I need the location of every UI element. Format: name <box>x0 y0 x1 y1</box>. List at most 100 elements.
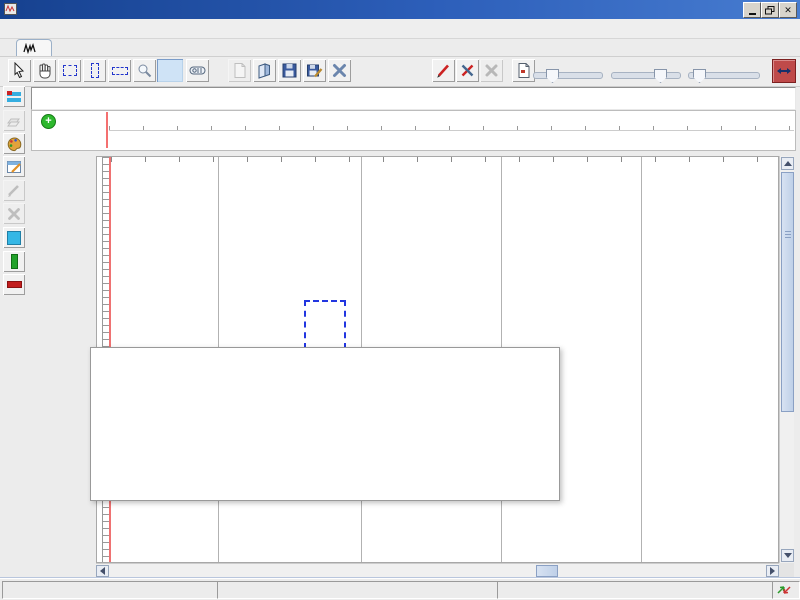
horizontal-scrollbar[interactable] <box>96 563 779 577</box>
close-button[interactable]: ✕ <box>779 2 797 18</box>
palette-button[interactable] <box>3 133 25 154</box>
pages-button[interactable] <box>3 110 25 131</box>
thumb-grip <box>785 231 791 232</box>
channel-selection-rect[interactable] <box>304 300 346 349</box>
vertical-scrollbar[interactable] <box>779 156 794 563</box>
cyan-swatch-icon <box>7 231 21 245</box>
signal-tab-icon <box>23 43 37 54</box>
header-panel: + <box>31 110 796 151</box>
select-area-tool-button[interactable] <box>58 59 81 82</box>
scrollbar-corner <box>779 563 794 577</box>
select-area-icon <box>63 65 77 76</box>
horizontal-scroll-thumb[interactable] <box>536 565 558 577</box>
save-icon <box>281 62 298 79</box>
fit-width-button[interactable] <box>772 59 796 83</box>
erase-tag-button[interactable] <box>3 203 25 224</box>
minimize-button[interactable] <box>743 2 761 18</box>
time-scale-label <box>533 58 603 70</box>
tag-page-icon <box>515 62 532 79</box>
restore-button[interactable] <box>761 2 779 18</box>
minimize-icon <box>749 13 756 15</box>
measure-tool-button[interactable] <box>186 59 209 82</box>
red-marker-icon <box>7 281 22 288</box>
restore-icon <box>765 6 775 15</box>
arrow-right-icon <box>770 567 775 575</box>
draw-tag-button[interactable] <box>3 180 25 201</box>
open-document-icon <box>256 62 273 79</box>
signal-overview-strip[interactable] <box>31 87 796 110</box>
tab-row <box>0 39 800 56</box>
remove-tag-icon <box>483 62 500 79</box>
status-bar <box>0 578 800 600</box>
status-message <box>2 581 219 599</box>
montage-button[interactable] <box>3 86 25 107</box>
status-memory-cell[interactable] <box>772 581 800 599</box>
title-bar[interactable]: ✕ <box>0 0 800 19</box>
draw-disabled-icon <box>6 183 22 198</box>
time-scale-track[interactable] <box>533 72 603 79</box>
channel-height-track[interactable] <box>688 72 760 79</box>
remove-tag-button[interactable] <box>480 59 503 82</box>
save-document-button[interactable] <box>278 59 301 82</box>
pages-icon <box>6 115 22 127</box>
hypnogram <box>32 88 793 109</box>
scroll-up-button[interactable] <box>781 157 794 170</box>
channel-height-label <box>688 58 760 70</box>
arrow-left-icon <box>100 567 105 575</box>
select-column-tool-button[interactable] <box>83 59 106 82</box>
time-row <box>109 131 794 150</box>
vertical-scroll-thumb[interactable] <box>781 172 794 412</box>
select-row-icon <box>112 67 128 75</box>
status-channel-selection <box>497 581 776 599</box>
hand-icon <box>36 62 53 79</box>
hand-tool-button[interactable] <box>33 59 56 82</box>
edit-signal-tag-button[interactable] <box>432 59 455 82</box>
new-page-button[interactable] <box>228 59 251 82</box>
select-row-tool-button[interactable] <box>108 59 131 82</box>
zoom-tool-button[interactable] <box>133 59 156 82</box>
stage-row <box>109 111 794 131</box>
pointer-tool-button[interactable] <box>8 59 31 82</box>
scroll-down-button[interactable] <box>781 549 794 562</box>
edit-note-icon <box>6 159 23 175</box>
channel-height-thumb[interactable] <box>693 69 706 83</box>
menu-bar <box>0 19 800 39</box>
tag-pencil-icon <box>435 62 452 79</box>
edit-note-button[interactable] <box>3 156 25 177</box>
red-tag-button[interactable] <box>3 274 25 295</box>
measure-icon <box>189 62 206 79</box>
tab-inb15[interactable] <box>16 39 52 57</box>
green-tag-button[interactable] <box>3 251 25 272</box>
magnifier-icon <box>136 62 153 79</box>
app-icon <box>4 3 17 15</box>
cyan-tag-button[interactable] <box>3 227 25 248</box>
memory-indicator-icon <box>775 583 793 596</box>
montage-icon <box>6 90 22 103</box>
arrow-down-icon <box>784 553 792 558</box>
open-document-button[interactable] <box>253 59 276 82</box>
value-scale-thumb[interactable] <box>654 69 667 83</box>
time-scale-thumb[interactable] <box>546 69 559 83</box>
scroll-right-button[interactable] <box>766 565 779 577</box>
green-marker-icon <box>11 254 18 269</box>
value-scale-track[interactable] <box>611 72 681 79</box>
toolbar <box>0 56 800 87</box>
save-as-icon <box>306 62 323 79</box>
status-page-range <box>217 581 500 599</box>
fft-tool-button[interactable] <box>157 59 183 82</box>
application-window: ✕ <box>0 0 800 600</box>
fft-popup <box>90 347 560 501</box>
palette-icon <box>6 136 23 152</box>
time-scale-slider[interactable] <box>533 58 603 85</box>
channel-height-slider[interactable] <box>688 58 760 85</box>
close-document-button[interactable] <box>328 59 351 82</box>
edit-tag-tools-button[interactable] <box>456 59 479 82</box>
close-icon: ✕ <box>784 5 792 16</box>
page-start-marker <box>106 112 108 148</box>
erase-disabled-icon <box>6 206 22 221</box>
scroll-left-button[interactable] <box>96 565 109 577</box>
add-marker-icon[interactable]: + <box>41 114 56 129</box>
save-document-as-button[interactable] <box>303 59 326 82</box>
value-scale-slider[interactable] <box>611 58 681 85</box>
new-tag-page-button[interactable] <box>512 59 535 82</box>
